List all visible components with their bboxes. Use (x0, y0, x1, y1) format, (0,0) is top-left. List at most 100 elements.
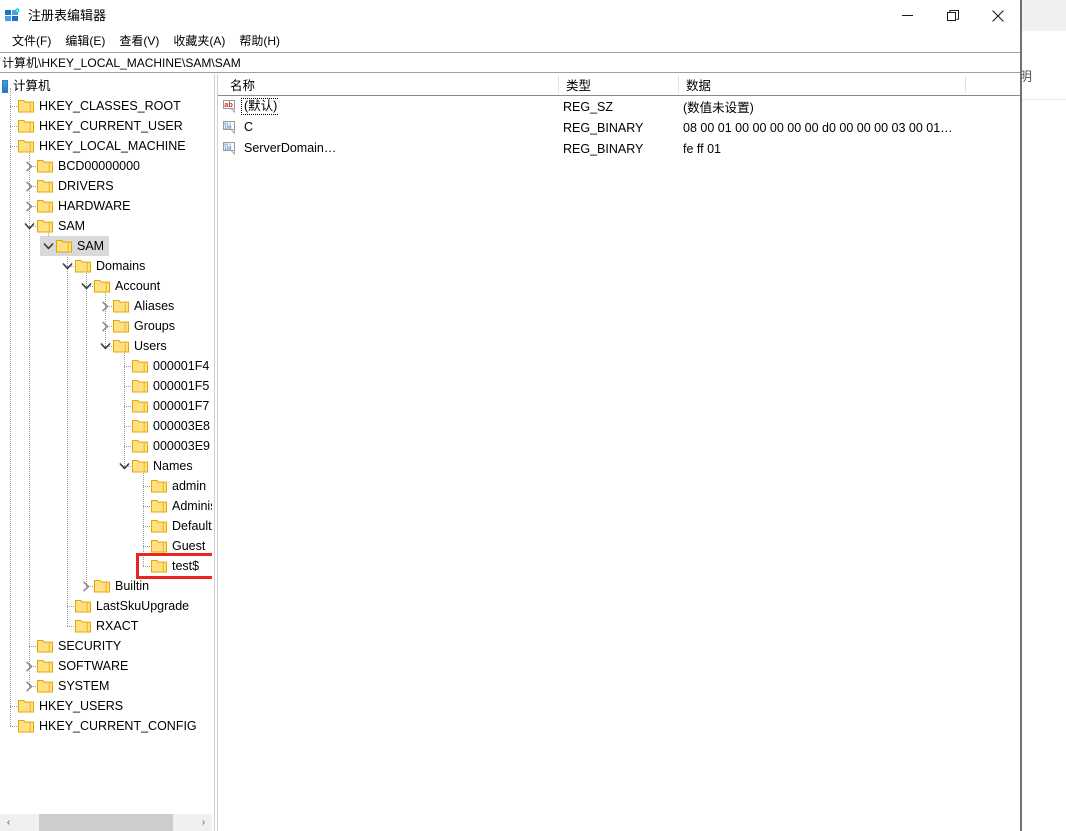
tree-item-aliases[interactable]: Aliases (0, 296, 212, 316)
tree-item-hkey-current-user[interactable]: HKEY_CURRENT_USER (0, 116, 212, 136)
chevron-right-icon[interactable] (21, 156, 37, 176)
twisty-placeholder (116, 396, 132, 416)
folder-icon (37, 159, 53, 173)
tree-item-builtin[interactable]: Builtin (0, 576, 212, 596)
values-list: ab (默认) REG_SZ (数值未设置) 011 100 C REG_BINARY 08 0… (218, 96, 1020, 159)
twisty-placeholder (116, 416, 132, 436)
chevron-right-icon[interactable] (21, 176, 37, 196)
chevron-down-icon[interactable] (21, 216, 37, 236)
tree-item-000003e8[interactable]: 000003E8 (0, 416, 212, 436)
folder-icon (18, 719, 34, 733)
chevron-right-icon[interactable] (21, 676, 37, 696)
tree-item-lastskuupgrade[interactable]: LastSkuUpgrade (0, 596, 212, 616)
twisty-placeholder (135, 496, 151, 516)
restore-button[interactable] (930, 0, 975, 31)
folder-icon (113, 299, 129, 313)
binary-value-icon: 011 100 (223, 120, 238, 135)
chevron-right-icon[interactable] (78, 576, 94, 596)
tree-item-domains[interactable]: Domains (0, 256, 212, 276)
menu-edit[interactable]: 编辑(E) (58, 33, 112, 50)
folder-icon (37, 659, 53, 673)
key-tree-scroll-area[interactable]: 计算机 HKEY_CLASSES_ROOT HKEY_CURRENT_USER HK… (0, 74, 212, 811)
tree-item-bcd00000000[interactable]: BCD00000000 (0, 156, 212, 176)
chevron-down-icon[interactable] (97, 336, 113, 356)
column-header-type[interactable]: 类型 (559, 74, 591, 95)
folder-icon (18, 139, 34, 153)
tree-item-system[interactable]: SYSTEM (0, 676, 212, 696)
tree-item-label: HKEY_USERS (39, 698, 124, 713)
titlebar[interactable]: 注册表编辑器 (0, 0, 1020, 31)
tree-item-security[interactable]: SECURITY (0, 636, 212, 656)
tree-item-defaultac[interactable]: DefaultAc (0, 516, 212, 536)
value-type-cell: REG_BINARY (563, 141, 644, 156)
tree-root-computer[interactable]: 计算机 (0, 76, 212, 96)
column-divider-3[interactable] (965, 76, 966, 93)
tree-item-000001f4[interactable]: 000001F4 (0, 356, 212, 376)
chevron-down-icon[interactable] (40, 236, 56, 256)
twisty-placeholder (2, 716, 18, 736)
chevron-down-icon[interactable] (59, 256, 75, 276)
value-name-label: ServerDomain… (244, 141, 337, 156)
folder-icon (18, 119, 34, 133)
tree-item-label: SECURITY (58, 638, 122, 653)
address-bar[interactable]: 计算机\HKEY_LOCAL_MACHINE\SAM\SAM (0, 52, 1020, 73)
menu-file[interactable]: 文件(F) (5, 33, 58, 50)
chevron-down-icon[interactable] (116, 456, 132, 476)
tree-item-label: Domains (96, 258, 146, 273)
background-window[interactable]: 明 (1019, 0, 1066, 831)
tree-item-label: Aliases (134, 298, 175, 313)
tree-item-administr[interactable]: Administr (0, 496, 212, 516)
tree-item-hkey-users[interactable]: HKEY_USERS (0, 696, 212, 716)
value-row[interactable]: 011 100 C REG_BINARY 08 00 01 00 00 00 00 00… (218, 117, 1020, 138)
tree-item-sam[interactable]: SAM (0, 236, 212, 256)
tree-item-hardware[interactable]: HARDWARE (0, 196, 212, 216)
tree-item-rxact[interactable]: RXACT (0, 616, 212, 636)
folder-icon (151, 559, 167, 573)
tree-item-000001f5[interactable]: 000001F5 (0, 376, 212, 396)
tree-root-label: 计算机 (13, 78, 51, 93)
tree-item-names[interactable]: Names (0, 456, 212, 476)
chevron-right-icon[interactable] (97, 316, 113, 336)
value-row[interactable]: ab (默认) REG_SZ (数值未设置) (218, 96, 1020, 117)
tree-item-guest[interactable]: Guest (0, 536, 212, 556)
tree-item-hkey-local-machine[interactable]: HKEY_LOCAL_MACHINE (0, 136, 212, 156)
tree-item-groups[interactable]: Groups (0, 316, 212, 336)
tree-item-account[interactable]: Account (0, 276, 212, 296)
menu-help[interactable]: 帮助(H) (232, 33, 287, 50)
tree-horizontal-scrollbar[interactable]: ‹ › (0, 814, 212, 831)
chevron-right-icon[interactable] (21, 656, 37, 676)
tree-item-000001f7[interactable]: 000001F7 (0, 396, 212, 416)
folder-icon (132, 459, 148, 473)
tree-item-label: Guest (172, 538, 206, 553)
value-row[interactable]: 011 100 ServerDomain… REG_BINARY fe ff 01 (218, 138, 1020, 159)
column-header-name[interactable]: 名称 (223, 74, 255, 95)
chevron-right-icon[interactable] (97, 296, 113, 316)
tree-item-label: Names (153, 458, 193, 473)
scrollbar-thumb[interactable] (39, 814, 173, 831)
scroll-right-arrow[interactable]: › (195, 814, 212, 831)
tree-item-sam[interactable]: SAM (0, 216, 212, 236)
tree-item-label: 000003E8 (153, 418, 211, 433)
tree-item-software[interactable]: SOFTWARE (0, 656, 212, 676)
twisty-placeholder (2, 116, 18, 136)
chevron-down-icon[interactable] (78, 276, 94, 296)
scroll-left-arrow[interactable]: ‹ (0, 814, 17, 831)
tree-item-drivers[interactable]: DRIVERS (0, 176, 212, 196)
tree-item-hkey-current-config[interactable]: HKEY_CURRENT_CONFIG (0, 716, 212, 736)
tree-item-000003e9[interactable]: 000003E9 (0, 436, 212, 456)
scrollbar-track[interactable] (17, 814, 195, 831)
values-pane: 名称 类型 数据 ab (默认) REG_SZ (数值未设置) 011 100 C REG_B… (218, 74, 1020, 831)
tree-item-test[interactable]: test$ (0, 556, 212, 576)
value-name-label: (默认) (240, 98, 280, 115)
tree-item-users[interactable]: Users (0, 336, 212, 356)
tree-item-hkey-classes-root[interactable]: HKEY_CLASSES_ROOT (0, 96, 212, 116)
minimize-button[interactable] (885, 0, 930, 31)
chevron-right-icon[interactable] (21, 196, 37, 216)
tree-item-admin[interactable]: admin (0, 476, 212, 496)
column-header-data[interactable]: 数据 (679, 74, 711, 95)
tree-item-label: test$ (172, 558, 200, 573)
tree-item-label: SOFTWARE (58, 658, 129, 673)
close-button[interactable] (975, 0, 1020, 31)
menu-favorites[interactable]: 收藏夹(A) (166, 33, 232, 50)
menu-view[interactable]: 查看(V) (112, 33, 166, 50)
